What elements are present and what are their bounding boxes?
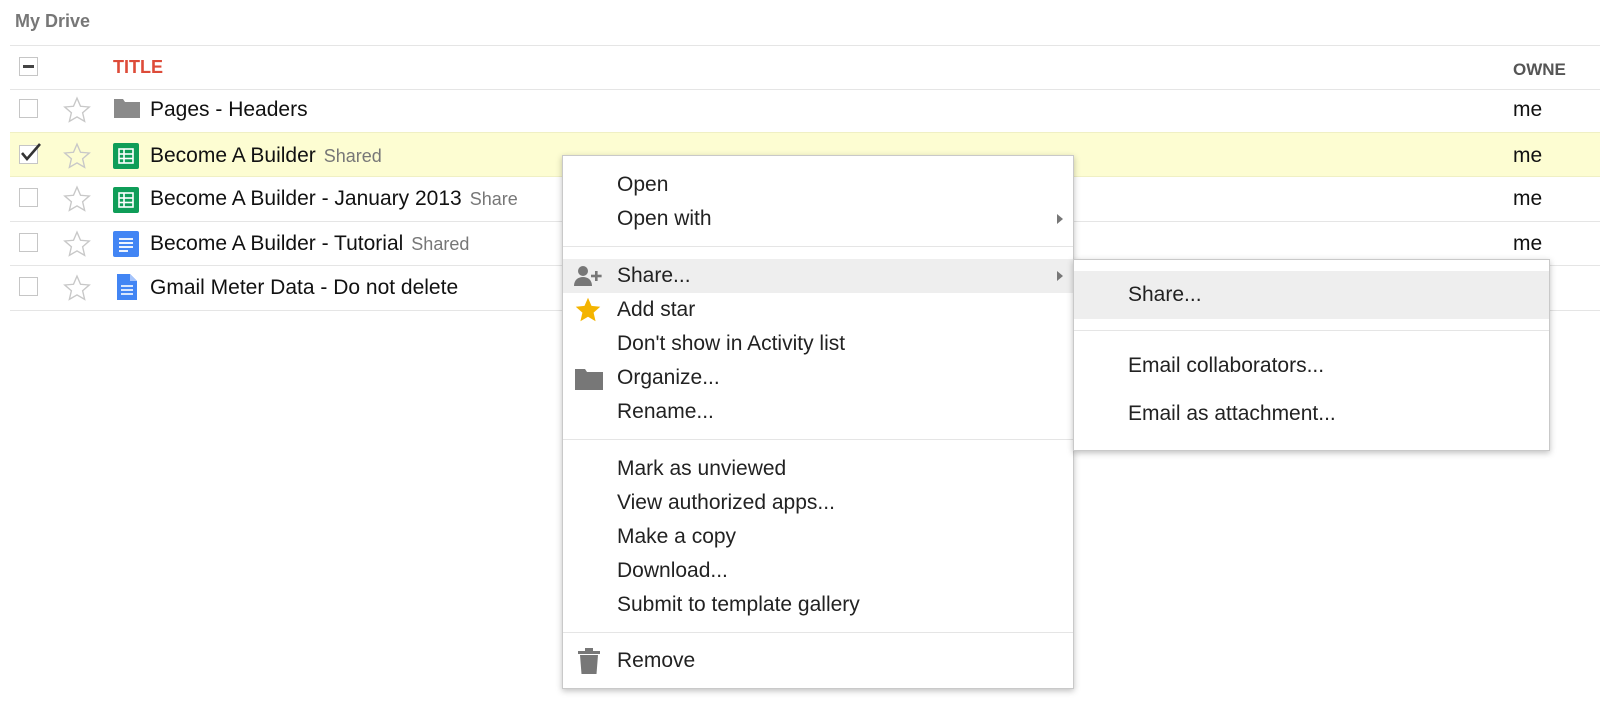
shared-badge: Shared (411, 234, 470, 254)
menu-item-view-authorized-apps[interactable]: View authorized apps... (563, 486, 1073, 520)
menu-item-download[interactable]: Download... (563, 554, 1073, 588)
menu-item-organize[interactable]: Organize... (563, 361, 1073, 395)
add-person-icon (574, 266, 602, 286)
menu-divider (563, 439, 1073, 440)
file-row[interactable]: Pages - Headers me (10, 88, 1600, 132)
context-menu: Open Open with Share... Add star Don't s… (562, 155, 1074, 689)
owner-column-header[interactable]: OWNE (1513, 60, 1566, 80)
file-owner: me (1513, 144, 1543, 167)
file-list-header: TITLE OWNE (10, 46, 1600, 90)
breadcrumb[interactable]: My Drive (15, 11, 90, 32)
file-owner: me (1513, 232, 1543, 255)
file-name[interactable]: Gmail Meter Data - Do not delete (150, 276, 458, 300)
menu-item-add-star[interactable]: Add star (563, 293, 1073, 327)
submenu-item-email-collaborators[interactable]: Email collaborators... (1074, 342, 1549, 390)
menu-item-remove[interactable]: Remove (563, 644, 1073, 678)
file-name[interactable]: Pages - Headers (150, 98, 308, 122)
title-column-header[interactable]: TITLE (113, 57, 163, 78)
submenu-arrow-icon (1057, 271, 1063, 281)
submenu-item-email-attachment[interactable]: Email as attachment... (1074, 390, 1549, 438)
menu-item-open[interactable]: Open (563, 168, 1073, 202)
shared-badge: Share (469, 189, 518, 209)
checkmark-icon (21, 143, 41, 162)
share-submenu: Share... Email collaborators... Email as… (1073, 259, 1550, 451)
trash-icon (578, 648, 600, 674)
menu-divider (563, 632, 1073, 633)
row-checkbox-checked[interactable] (19, 143, 41, 164)
row-checkbox[interactable] (19, 277, 38, 296)
menu-item-make-copy[interactable]: Make a copy (563, 520, 1073, 554)
file-icon (117, 274, 137, 300)
document-icon (113, 231, 139, 257)
shared-badge: Shared (323, 146, 382, 166)
menu-item-mark-unviewed[interactable]: Mark as unviewed (563, 452, 1073, 486)
file-owner: me (1513, 98, 1543, 121)
star-icon[interactable] (62, 95, 92, 125)
file-name[interactable]: Become A Builder - Tutorial Shared (150, 232, 469, 256)
file-name[interactable]: Become A Builder - January 2013 Share (150, 187, 518, 211)
row-checkbox[interactable] (19, 233, 38, 252)
star-icon[interactable] (62, 141, 92, 171)
star-filled-icon (575, 297, 601, 322)
select-all-checkbox[interactable] (19, 57, 38, 76)
menu-item-rename[interactable]: Rename... (563, 395, 1073, 429)
star-icon[interactable] (62, 229, 92, 259)
spreadsheet-icon (113, 187, 139, 213)
row-checkbox[interactable] (19, 99, 38, 118)
menu-item-share[interactable]: Share... (563, 259, 1073, 293)
folder-icon (575, 369, 603, 390)
menu-divider (1074, 330, 1549, 331)
submenu-item-share[interactable]: Share... (1074, 271, 1549, 319)
file-owner: me (1513, 187, 1543, 210)
spreadsheet-icon (113, 143, 139, 169)
menu-divider (563, 246, 1073, 247)
row-checkbox[interactable] (19, 188, 38, 207)
star-icon[interactable] (62, 273, 92, 303)
menu-item-open-with[interactable]: Open with (563, 202, 1073, 236)
menu-item-dont-show-activity[interactable]: Don't show in Activity list (563, 327, 1073, 361)
menu-item-submit-template[interactable]: Submit to template gallery (563, 588, 1073, 622)
submenu-arrow-icon (1057, 214, 1063, 224)
folder-icon (114, 99, 140, 118)
file-name[interactable]: Become A Builder Shared (150, 144, 382, 168)
star-icon[interactable] (62, 184, 92, 214)
